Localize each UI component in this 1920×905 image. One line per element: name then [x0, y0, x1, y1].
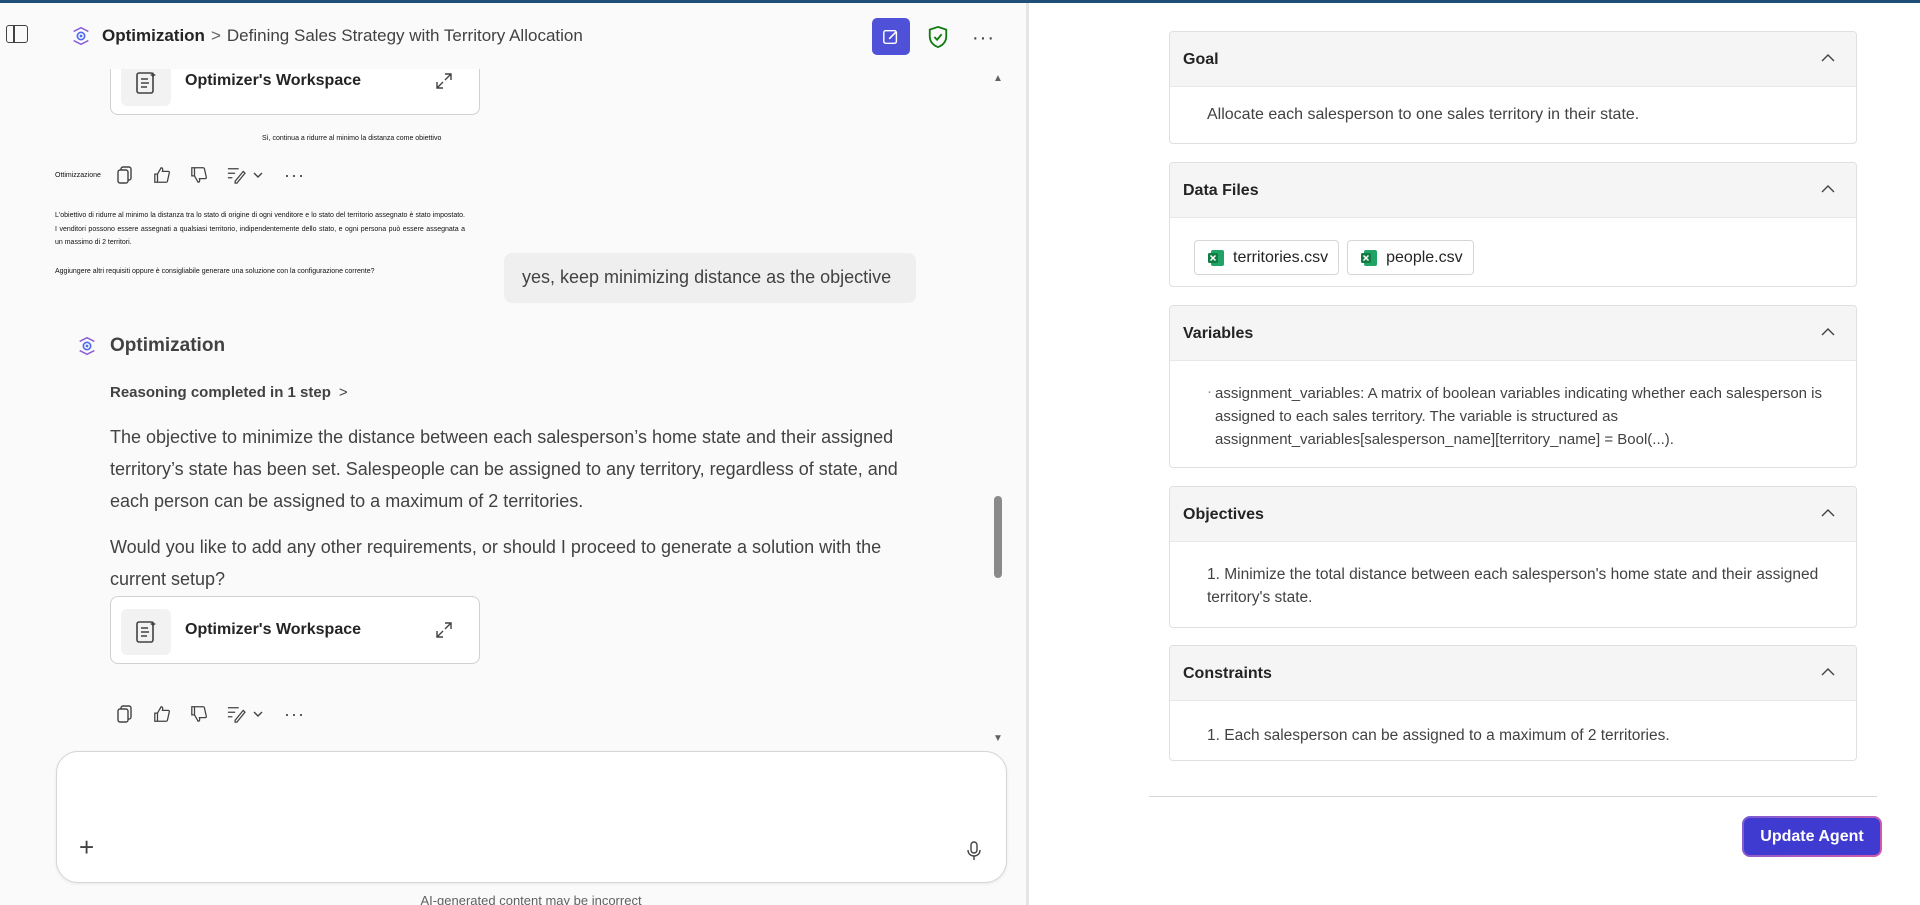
bot-name: Optimization [110, 335, 226, 356]
variables-section: Variables · assignment_variables: A matr… [1169, 305, 1857, 468]
workspace-card[interactable]: Optimizer's Workspace [110, 596, 480, 664]
more-options-icon[interactable]: ··· [972, 27, 995, 50]
bot-response-paragraph-1: The objective to minimize the distance b… [110, 427, 898, 511]
data-files-section: Data Files territories.csv people.csv [1169, 162, 1857, 287]
variables-section-header[interactable]: Variables [1170, 306, 1856, 361]
workspace-label: Optimizer's Workspace [185, 621, 362, 638]
goal-text: Allocate each salesperson to one sales t… [1207, 106, 1640, 123]
data-files-section-header[interactable]: Data Files [1170, 163, 1856, 218]
chat-header: Optimization > Defining Sales Strategy w… [0, 3, 1026, 69]
chevron-up-icon[interactable] [1820, 664, 1836, 680]
constraints-section-header[interactable]: Constraints [1170, 646, 1856, 701]
bot-message-header: Optimization [76, 335, 225, 357]
optimization-agent-icon [79, 336, 95, 356]
edit-response-icon[interactable] [225, 164, 247, 186]
sidebar-toggle-icon[interactable] [6, 25, 28, 43]
message-list: Optimizer's Workspace Sì, continua a rid… [0, 69, 1000, 744]
scroll-down-arrow[interactable]: ▼ [993, 733, 1003, 744]
file-chip-people[interactable]: people.csv [1347, 240, 1474, 275]
prior-bot-paragraph-2: Aggiungere altri requisiti oppure è cons… [55, 268, 375, 275]
variables-title: Variables [1183, 325, 1254, 342]
workspace-card[interactable]: Optimizer's Workspace [110, 69, 480, 115]
scroll-up-arrow[interactable]: ▲ [993, 73, 1003, 84]
file-name: territories.csv [1233, 249, 1329, 266]
message-actions: ··· [114, 703, 305, 725]
prior-user-message: Sì, continua a ridurre al minimo la dist… [262, 135, 442, 142]
shield-check-icon[interactable] [927, 25, 949, 49]
breadcrumb-separator: > [210, 26, 221, 45]
chat-pane: Optimization > Defining Sales Strategy w… [0, 3, 1026, 905]
compose-icon [883, 29, 898, 44]
goal-title: Goal [1183, 51, 1219, 68]
scrollbar-thumb[interactable] [994, 496, 1002, 578]
objectives-section: Objectives 1. Minimize the total distanc… [1169, 486, 1857, 628]
copy-icon[interactable] [114, 164, 136, 186]
thumbs-down-icon[interactable] [188, 164, 210, 186]
thumbs-up-icon[interactable] [151, 164, 173, 186]
constraints-text: 1. Each salesperson can be assigned to a… [1207, 727, 1670, 744]
workspace-icon [121, 69, 171, 106]
chevron-right-icon: > [338, 384, 348, 401]
chevron-up-icon[interactable] [1820, 181, 1836, 197]
excel-file-icon [1361, 249, 1378, 266]
variables-text: assignment_variables: A matrix of boolea… [1215, 385, 1823, 448]
expand-icon[interactable] [435, 72, 453, 90]
thumbs-up-icon[interactable] [151, 703, 173, 725]
optimization-agent-icon [73, 26, 89, 46]
workspace-icon [121, 609, 171, 655]
copy-icon[interactable] [114, 703, 136, 725]
chevron-down-icon[interactable] [251, 164, 265, 186]
add-attachment-icon[interactable]: + [79, 832, 94, 863]
file-chip-territories[interactable]: territories.csv [1194, 240, 1340, 275]
file-name: people.csv [1386, 249, 1463, 266]
agent-config-pane: Goal Allocate each salesperson to one sa… [1029, 3, 1920, 905]
chevron-down-icon[interactable] [251, 703, 265, 725]
reasoning-toggle[interactable]: Reasoning completed in 1 step > [110, 384, 348, 401]
update-agent-label: Update Agent [1744, 818, 1880, 855]
prior-bot-name: Ottimizzazione [55, 172, 101, 179]
chevron-up-icon[interactable] [1820, 324, 1836, 340]
prior-bot-paragraph-1: L'obiettivo di ridurre al minimo la dist… [55, 212, 465, 247]
data-files-list: territories.csv people.csv [1170, 218, 1856, 275]
bullet-dot: · [1207, 383, 1212, 400]
microphone-icon[interactable] [966, 840, 982, 862]
panel-footer-divider [1149, 796, 1877, 797]
edit-response-icon[interactable] [225, 703, 247, 725]
prior-message-actions: ··· [114, 164, 305, 186]
variables-body: · assignment_variables: A matrix of bool… [1170, 361, 1856, 451]
objectives-title: Objectives [1183, 506, 1264, 523]
goal-section-header[interactable]: Goal [1170, 32, 1856, 87]
goal-section: Goal Allocate each salesperson to one sa… [1169, 31, 1857, 144]
conversation-title: Defining Sales Strategy with Territory A… [226, 26, 583, 45]
more-actions-icon[interactable]: ··· [284, 165, 305, 186]
constraints-title: Constraints [1183, 665, 1272, 682]
message-composer[interactable]: + [56, 751, 1007, 883]
data-files-title: Data Files [1183, 182, 1259, 199]
objectives-text: 1. Minimize the total distance between e… [1207, 566, 1819, 606]
update-agent-button[interactable]: Update Agent [1742, 816, 1882, 857]
bot-response-paragraph-2: Would you like to add any other requirem… [110, 537, 882, 589]
new-chat-button[interactable] [872, 18, 910, 55]
chevron-up-icon[interactable] [1820, 505, 1836, 521]
more-actions-icon[interactable]: ··· [284, 704, 305, 725]
chevron-up-icon[interactable] [1820, 50, 1836, 66]
ai-disclaimer: AI-generated content may be incorrect [420, 893, 642, 905]
constraints-section: Constraints 1. Each salesperson can be a… [1169, 645, 1857, 761]
reasoning-label: Reasoning completed in 1 step [110, 384, 331, 401]
workspace-label: Optimizer's Workspace [185, 72, 362, 89]
agent-name-link[interactable]: Optimization [102, 26, 205, 46]
user-message-bubble: yes, keep minimizing distance as the obj… [504, 253, 916, 303]
breadcrumb: Optimization > Defining Sales Strategy w… [70, 25, 583, 47]
objectives-section-header[interactable]: Objectives [1170, 487, 1856, 542]
thumbs-down-icon[interactable] [188, 703, 210, 725]
excel-file-icon [1208, 249, 1224, 266]
expand-icon[interactable] [435, 621, 453, 639]
